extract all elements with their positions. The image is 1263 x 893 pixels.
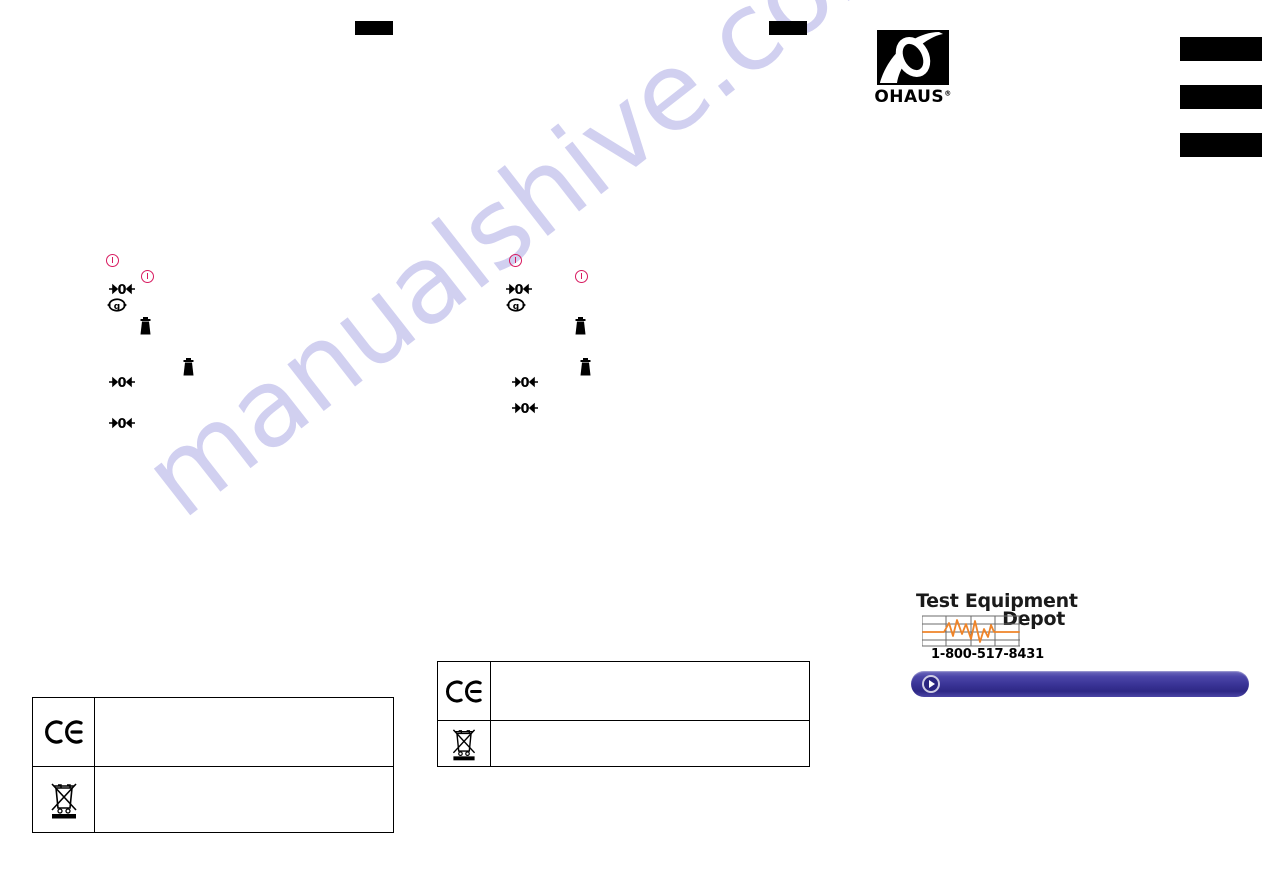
weee-bin-icon — [452, 728, 476, 760]
ce-mark-icon — [44, 720, 83, 744]
table-row — [32, 766, 394, 833]
vendor-phone-number: 1-800-517-8431 — [931, 647, 1044, 662]
power-icon — [141, 270, 154, 283]
power-icon — [106, 254, 119, 267]
ce-mark-cell — [437, 661, 491, 721]
table-row — [437, 720, 810, 767]
vendor-cta-banner[interactable] — [911, 671, 1249, 697]
watermark-text: manualshive.com — [121, 0, 939, 542]
svg-text:0: 0 — [117, 376, 126, 389]
calibration-weight-icon — [182, 358, 194, 376]
calibration-weight-icon — [139, 317, 151, 335]
zero-icon: 0 — [510, 375, 540, 392]
ce-mark-icon — [446, 680, 482, 702]
test-equipment-depot-stamp: Test Equipment Depot 1-800-517-8431 — [910, 590, 1078, 665]
weee-description-cell — [94, 766, 394, 833]
svg-text:g: g — [114, 302, 120, 312]
zero-icon: 0 — [510, 401, 540, 418]
weee-mark-cell — [437, 720, 491, 767]
svg-text:g: g — [513, 302, 519, 312]
table-row — [32, 697, 394, 767]
svg-text:0: 0 — [117, 417, 126, 430]
weee-description-cell — [490, 720, 810, 767]
ce-mark-cell — [32, 697, 95, 767]
waveform-graphic — [922, 615, 1020, 647]
calibration-weight-icon — [579, 358, 591, 376]
svg-text:0: 0 — [514, 283, 523, 296]
svg-text:0: 0 — [520, 376, 529, 389]
ohaus-logo: OHAUS® — [868, 30, 958, 108]
corner-redaction-1 — [1180, 37, 1262, 61]
weee-bin-icon — [50, 782, 77, 818]
zero-icon: 0 — [107, 375, 137, 392]
header-redaction-left — [355, 21, 393, 35]
corner-redaction-3 — [1180, 133, 1262, 157]
compliance-table-left — [32, 697, 394, 833]
weee-mark-cell — [32, 766, 95, 833]
power-icon — [509, 254, 522, 267]
corner-redaction-2 — [1180, 85, 1262, 109]
play-icon — [922, 675, 940, 693]
svg-text:0: 0 — [520, 402, 529, 415]
svg-text:0: 0 — [117, 283, 126, 296]
ce-description-cell — [94, 697, 394, 767]
unit-change-icon: g — [106, 297, 127, 312]
registered-trademark-icon: ® — [944, 89, 952, 98]
table-row — [437, 661, 810, 721]
calibration-weight-icon — [574, 317, 586, 335]
ohaus-wordmark: OHAUS® — [868, 87, 958, 107]
ohaus-wordmark-text: OHAUS — [874, 87, 945, 107]
power-icon — [575, 270, 588, 283]
compliance-table-right — [437, 661, 810, 767]
ce-description-cell — [490, 661, 810, 721]
unit-change-icon: g — [505, 297, 526, 312]
ohaus-logo-mark — [877, 30, 949, 85]
zero-icon: 0 — [107, 416, 137, 433]
manual-page: manualshive.com OHAUS® 0 g 0 0 0 g 0 0 T… — [0, 0, 1263, 893]
header-redaction-right — [769, 21, 807, 35]
